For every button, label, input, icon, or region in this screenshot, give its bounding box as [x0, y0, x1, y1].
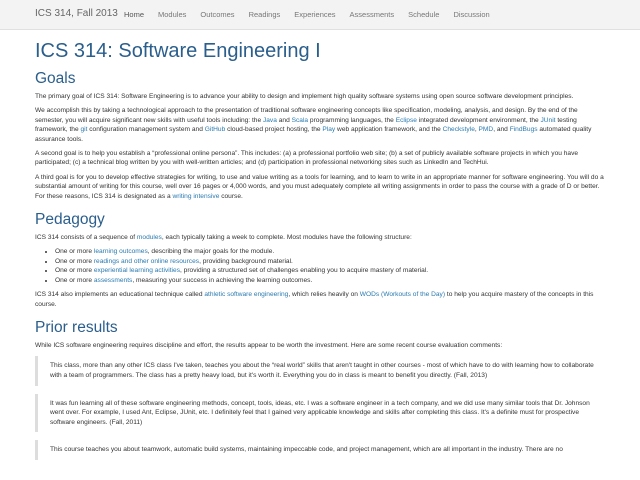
nav-links: Home Modules Outcomes Readings Experienc… — [117, 0, 497, 30]
goals-heading: Goals — [35, 70, 76, 87]
main-content: ICS 314: Software Engineering I Goals Th… — [35, 40, 605, 468]
pmd-link[interactable]: PMD — [479, 126, 494, 133]
nav-experiences[interactable]: Experiences — [287, 0, 342, 30]
list-item: One or more experiential learning activi… — [55, 266, 605, 275]
readings-link[interactable]: readings and other online resources — [94, 258, 199, 265]
brand-link[interactable]: ICS 314, Fall 2013 — [35, 8, 118, 19]
prior-results-heading: Prior results — [35, 318, 118, 336]
nav-modules[interactable]: Modules — [151, 0, 193, 30]
eclipse-link[interactable]: Eclipse — [396, 117, 417, 124]
nav-home[interactable]: Home — [117, 0, 151, 30]
list-item: One or more readings and other online re… — [55, 257, 605, 266]
scala-link[interactable]: Scala — [292, 117, 309, 124]
nav-schedule[interactable]: Schedule — [401, 0, 446, 30]
pedagogy-paragraph-2: ICS 314 also implements an educational t… — [35, 291, 594, 308]
checkstyle-link[interactable]: Checkstyle — [443, 126, 475, 133]
nav-outcomes[interactable]: Outcomes — [193, 0, 241, 30]
goals-paragraph-2: We accomplish this by taking a technolog… — [35, 107, 592, 143]
list-item: One or more assessments, measuring your … — [55, 276, 605, 285]
goals-paragraph-3: A second goal is to help you establish a… — [35, 150, 579, 167]
goals-paragraph-1: The primary goal of ICS 314: Software En… — [35, 93, 574, 100]
evaluation-quote: This class, more than any other ICS clas… — [35, 356, 605, 386]
wods-link[interactable]: WODs (Workouts of the Day) — [360, 291, 445, 298]
assessments-link[interactable]: assessments — [94, 277, 132, 284]
play-link[interactable]: Play — [322, 126, 335, 133]
java-link[interactable]: Java — [263, 117, 277, 124]
github-link[interactable]: GitHub — [205, 126, 226, 133]
quote-text: It was fun learning all of these softwar… — [50, 399, 590, 426]
experiential-activities-link[interactable]: experiential learning activities — [94, 267, 180, 274]
evaluation-quote: It was fun learning all of these softwar… — [35, 393, 605, 433]
quote-text: This class, more than any other ICS clas… — [50, 362, 594, 379]
pedagogy-heading: Pedagogy — [35, 211, 105, 229]
nav-assessments[interactable]: Assessments — [343, 0, 402, 30]
nav-readings[interactable]: Readings — [242, 0, 288, 30]
modules-link[interactable]: modules — [137, 234, 162, 241]
navbar: ICS 314, Fall 2013 Home Modules Outcomes… — [0, 0, 640, 30]
evaluation-quote: This course teaches you about teamwork, … — [35, 440, 605, 460]
list-item: One or more learning outcomes, describin… — [55, 247, 605, 256]
prior-results-intro: While ICS software engineering requires … — [35, 341, 503, 349]
athletic-se-link[interactable]: athletic software engineering — [204, 291, 288, 298]
writing-intensive-link[interactable]: writing intensive — [172, 193, 219, 200]
learning-outcomes-link[interactable]: learning outcomes — [94, 248, 148, 255]
pedagogy-paragraph-1: ICS 314 consists of a sequence of module… — [35, 234, 412, 242]
module-structure-list: One or more learning outcomes, describin… — [55, 247, 605, 285]
findbugs-link[interactable]: FindBugs — [510, 126, 538, 133]
nav-discussion[interactable]: Discussion — [446, 0, 496, 30]
quote-text: This course teaches you about teamwork, … — [50, 446, 563, 454]
page-title: ICS 314: Software Engineering I — [35, 40, 321, 62]
goals-paragraph-4: A third goal is for you to develop effec… — [35, 173, 604, 200]
junit-link[interactable]: JUnit — [540, 117, 555, 124]
